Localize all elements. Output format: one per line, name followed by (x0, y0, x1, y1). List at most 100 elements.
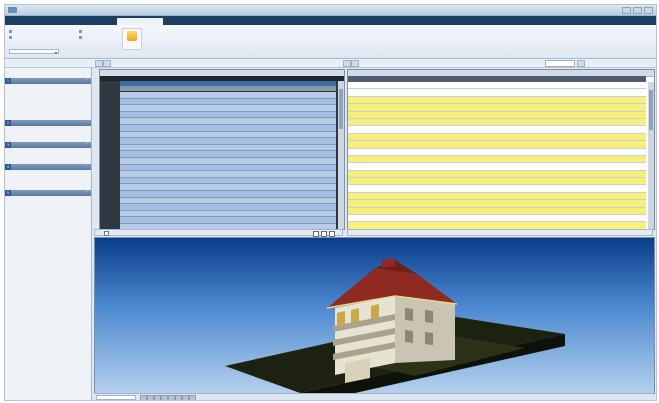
sidebar-item[interactable] (5, 148, 91, 152)
scrollbar-thumb[interactable] (339, 89, 343, 129)
table-row[interactable] (120, 210, 336, 218)
table-cell (482, 178, 646, 184)
ribbon-item-4[interactable] (79, 35, 84, 39)
view-mode-icon[interactable] (168, 395, 175, 400)
table-row[interactable] (120, 105, 336, 112)
table-row[interactable] (120, 111, 336, 119)
sidebar-item[interactable] (5, 96, 91, 100)
table-row[interactable] (348, 200, 646, 208)
ribbon-tab-2[interactable] (55, 18, 89, 25)
table-row[interactable] (348, 141, 646, 149)
table-row[interactable] (348, 178, 646, 186)
sidebar-item[interactable] (5, 126, 91, 130)
table-row[interactable] (120, 217, 336, 224)
table-row[interactable] (348, 148, 646, 156)
minimize-icon[interactable] (622, 7, 631, 14)
table-cell (260, 165, 336, 171)
grid-column-header[interactable] (120, 86, 336, 91)
table-row[interactable] (120, 157, 336, 165)
toolbar-button-4[interactable] (351, 60, 359, 67)
table-row[interactable] (120, 204, 336, 211)
view-select[interactable]: ▾ (9, 49, 59, 55)
view-mode-icon[interactable] (154, 395, 161, 400)
table-cell (220, 125, 260, 131)
table-row[interactable] (348, 215, 646, 223)
table-row[interactable] (120, 197, 336, 205)
table-row[interactable] (120, 118, 336, 125)
table-row[interactable] (348, 96, 646, 105)
table-row[interactable] (120, 177, 336, 185)
table-row[interactable] (348, 185, 646, 193)
table-row[interactable] (120, 171, 336, 178)
table-cell (120, 92, 128, 98)
status-field[interactable] (96, 395, 136, 400)
table-row[interactable] (348, 126, 646, 134)
table-cell (120, 99, 128, 105)
table-row[interactable] (120, 131, 336, 139)
view-mode-icon[interactable] (182, 395, 189, 400)
table-row[interactable] (348, 89, 646, 97)
ribbon-large-button[interactable] (122, 28, 142, 50)
search-input[interactable] (545, 60, 575, 67)
scrollbar-thumb[interactable] (649, 90, 653, 130)
toolbar-button-3[interactable] (343, 60, 351, 67)
table-row[interactable] (348, 155, 646, 164)
table-row[interactable] (348, 104, 646, 112)
view-mode-icon[interactable] (175, 395, 182, 400)
toolbar-button-1[interactable] (95, 60, 103, 67)
table-row[interactable] (348, 82, 646, 90)
sidebar-section-header[interactable]: 4 ˄ (5, 164, 91, 170)
ribbon-item-3[interactable] (79, 29, 84, 33)
table-row[interactable] (120, 138, 336, 145)
table-row[interactable] (348, 192, 646, 201)
sidebar-section-header[interactable]: 2 ˄ (5, 120, 91, 126)
table-row[interactable] (120, 144, 336, 152)
table-row[interactable] (348, 118, 646, 127)
view-mode-icon[interactable] (161, 395, 168, 400)
sidebar-item[interactable] (5, 174, 91, 178)
table-row[interactable] (120, 151, 336, 158)
search-icon[interactable] (577, 60, 585, 67)
table-cell (482, 200, 646, 206)
toolbar-button-2[interactable] (103, 60, 111, 67)
ribbon-tab-active[interactable] (117, 18, 163, 25)
table-cell (260, 105, 336, 111)
app-icon[interactable] (8, 7, 17, 13)
sidebar-section-header[interactable]: 1 ˄ (5, 78, 91, 84)
table-row[interactable] (348, 170, 646, 179)
scrollbar[interactable] (338, 81, 344, 229)
table-cell (128, 112, 148, 118)
3d-model-view[interactable] (94, 237, 655, 394)
close-icon[interactable] (644, 7, 653, 14)
table-cell (128, 165, 148, 171)
table-row[interactable] (120, 184, 336, 191)
scrollbar[interactable] (648, 82, 654, 229)
ribbon-item-2[interactable] (9, 35, 14, 39)
table-row[interactable] (120, 124, 336, 132)
table-cell (220, 198, 260, 204)
ribbon-tab-1[interactable] (7, 18, 57, 25)
table-row[interactable] (348, 133, 646, 142)
table-cell (220, 158, 260, 164)
sidebar-item[interactable] (5, 196, 91, 200)
ribbon-item-1[interactable] (9, 29, 14, 33)
table-cell (120, 138, 128, 144)
sidebar-section-header[interactable]: 3 ˄ (5, 142, 91, 148)
table-cell (372, 222, 482, 228)
detail-grid-footer (347, 229, 653, 236)
view-mode-icon[interactable] (147, 395, 154, 400)
table-row[interactable] (120, 92, 336, 99)
maximize-icon[interactable] (633, 7, 642, 14)
table-row[interactable] (120, 98, 336, 106)
view-mode-icon[interactable] (189, 395, 196, 400)
table-row[interactable] (120, 190, 336, 198)
sidebar-section-header[interactable]: 5 ˄ (5, 190, 91, 196)
checkbox[interactable] (104, 230, 109, 236)
view-mode-icon[interactable] (140, 395, 147, 400)
table-row[interactable] (348, 111, 646, 119)
table-cell (348, 82, 372, 88)
table-row[interactable] (348, 207, 646, 216)
ribbon-tab-3[interactable] (87, 18, 119, 25)
table-row[interactable] (348, 163, 646, 171)
table-row[interactable] (120, 164, 336, 172)
